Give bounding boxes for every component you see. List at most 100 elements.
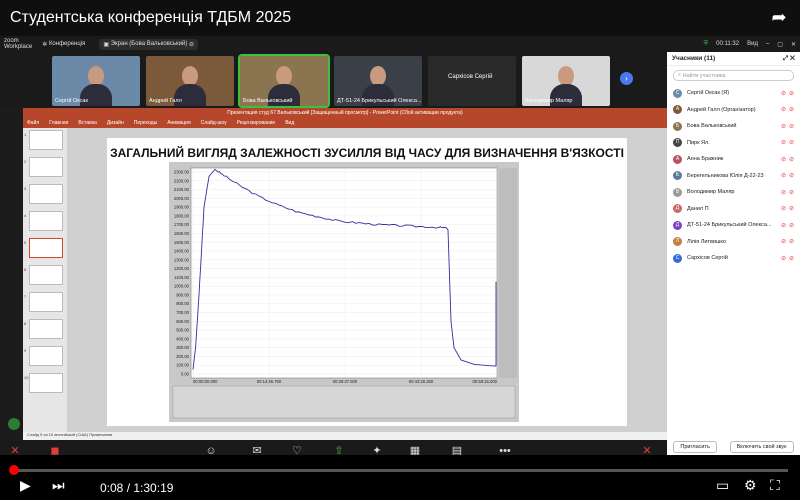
thumb-number: 7	[24, 294, 27, 299]
slide-thumbnail[interactable]	[29, 184, 63, 204]
unmute-self-button[interactable]: Включить свой звук	[729, 441, 794, 453]
slide-thumbnail[interactable]	[29, 319, 63, 339]
slide-thumbnail[interactable]	[29, 265, 63, 285]
participant-row[interactable]: Д ДТ-51-24 Брикульський Олекса... ⊘ ⊘	[667, 217, 800, 234]
ppt-tab[interactable]: Переходы	[134, 120, 157, 126]
participant-search[interactable]: ⌕ Найти участника	[673, 70, 794, 81]
y-tick-label: 1200.00	[174, 266, 190, 271]
y-tick-label: 2100.00	[174, 187, 190, 192]
video-tile[interactable]: Сергій Оксак	[52, 56, 140, 106]
slide-thumbnail[interactable]	[29, 130, 63, 150]
ppt-tab[interactable]: Анимация	[167, 120, 190, 126]
close-icon[interactable]: ✕	[791, 41, 796, 48]
ppt-tab[interactable]: Рецензирование	[237, 120, 276, 126]
mic-muted-icon: ⊘	[780, 90, 786, 97]
slide-thumbnail[interactable]	[29, 211, 63, 231]
thumb-number: 6	[24, 267, 27, 272]
y-tick-label: 1300.00	[174, 257, 190, 262]
y-tick-label: 1600.00	[174, 231, 190, 236]
video-tile[interactable]: Андрей Галл	[146, 56, 234, 106]
tile-name: Андрей Галл	[149, 98, 182, 104]
tile-name: Володимир Маляр	[525, 98, 573, 104]
video-tile[interactable]: Володимир Маляр	[522, 56, 610, 106]
view-button[interactable]: Вид	[747, 41, 758, 47]
participant-row[interactable]: А Андрей Галл (Організатор) ⊘ ⊘	[667, 102, 800, 119]
participant-name: Лілія Литвишко	[687, 238, 726, 245]
play-icon[interactable]: ▶	[20, 477, 31, 494]
fullscreen-icon[interactable]: ⛶	[770, 477, 780, 494]
participant-row[interactable]: Л Лілія Литвишко ⊘ ⊘	[667, 234, 800, 251]
ppt-tab[interactable]: Главная	[49, 120, 68, 126]
screen-share-pill[interactable]: ▣ Экран (Бова Вальковський) ⊖	[99, 38, 198, 50]
ppt-tab[interactable]: Слайд-шоу	[201, 120, 227, 126]
settings-icon[interactable]: ⚙	[744, 477, 757, 494]
avatar: Л	[673, 237, 682, 247]
avatar: Д	[673, 220, 682, 230]
popout-icon[interactable]: ⤢ ✕	[783, 55, 795, 63]
participant-row[interactable]: С Сархісов Сергій ⊘ ⊘	[667, 250, 800, 267]
zoom-logo: zoom Workplace	[4, 38, 33, 50]
minimize-icon[interactable]: –	[766, 41, 769, 47]
tile-name: ДТ-51-24 Брикульський Олекса...	[337, 98, 422, 104]
video-off-icon: ⊘	[788, 206, 794, 213]
progress-bar[interactable]	[12, 469, 788, 472]
participant-name: Андрей Галл (Організатор)	[687, 106, 756, 113]
ppt-tab[interactable]: Вставка	[78, 120, 97, 126]
participant-row[interactable]: В Володимир Маляр ⊘ ⊘	[667, 184, 800, 201]
invite-button[interactable]: Пригласить	[673, 441, 717, 453]
conference-menu[interactable]: ✲ Конференція	[42, 41, 85, 48]
y-tick-label: 600.00	[176, 319, 189, 324]
tile-name: Бова Вальковський	[243, 98, 293, 104]
video-tile[interactable]: ДТ-51-24 Брикульський Олекса...	[334, 56, 422, 106]
maximize-icon[interactable]: ▢	[777, 41, 783, 48]
thumb-number: 5	[24, 240, 27, 245]
x-tick-label: 00:00:00.000	[193, 379, 218, 384]
x-tick-label: 00:14:46.750	[257, 379, 282, 384]
mic-muted-icon: ⊘	[780, 255, 786, 262]
y-tick-label: 1100.00	[174, 275, 189, 280]
thumb-number: 10	[24, 375, 29, 380]
next-video-icon[interactable]: ⏭	[52, 477, 65, 494]
mic-muted-icon: ⊘	[780, 189, 786, 196]
slide-thumbnails: 1 2 3 4 5 6 7 8 9 10	[23, 128, 67, 432]
video-off-icon: ⊘	[788, 189, 794, 196]
video-tile[interactable]: Бова Вальковський	[238, 54, 330, 108]
tile-name: Сергій Оксак	[55, 98, 88, 104]
youtube-top-bar: Студентська конференція ТДБМ 2025 ➦	[0, 0, 800, 36]
subtitles-icon[interactable]: ▭	[716, 477, 729, 494]
share-icon[interactable]: ➦	[768, 7, 790, 29]
options-icon[interactable]: ⊖	[189, 41, 194, 48]
participant-row[interactable]: А Анна Бражник ⊘ ⊘	[667, 151, 800, 168]
slide-thumbnail[interactable]	[29, 373, 63, 393]
avatar: Б	[673, 171, 682, 181]
ppt-title-bar: Презентация студ 67 Вальковський [Защище…	[23, 108, 667, 118]
y-tick-label: 100.00	[176, 363, 189, 368]
participant-name: ДТ-51-24 Брикульський Олекса...	[687, 222, 772, 229]
participant-row[interactable]: П Пирк Ял. ⊘ ⊘	[667, 135, 800, 152]
slide-thumbnail[interactable]	[29, 238, 63, 258]
participant-row[interactable]: С Сергій Оксак (Я) ⊘ ⊘	[667, 85, 800, 102]
video-tile[interactable]: Сархісов Сергій	[428, 56, 516, 106]
video-strip: › Сергій Оксак Андрей Галл Бова Вальковськ…	[0, 52, 667, 108]
slide-thumbnail[interactable]	[29, 346, 63, 366]
mic-muted-icon: ⊘	[780, 173, 786, 180]
status-icon[interactable]	[8, 418, 20, 430]
zoom-window: zoom Workplace ✲ Конференція ▣ Экран (Бов…	[0, 36, 800, 491]
y-tick-label: 200.00	[176, 354, 189, 359]
participant-row[interactable]: Д Данил П ⊘ ⊘	[667, 201, 800, 218]
participant-name: Володимир Маляр	[687, 189, 735, 196]
participant-list: С Сергій Оксак (Я) ⊘ ⊘ А Андрей Галл (Організ…	[667, 85, 800, 267]
slide-thumbnail[interactable]	[29, 292, 63, 312]
ppt-tab[interactable]: Дизайн	[107, 120, 124, 126]
slide-thumbnail[interactable]	[29, 157, 63, 177]
participant-row[interactable]: Б Берегельникова Юлія Д-22-23 ⊘ ⊘	[667, 168, 800, 185]
progress-scrubber[interactable]	[9, 465, 19, 475]
avatar: С	[673, 88, 682, 98]
participant-row[interactable]: Б Бова Вальковський ⊘ ⊘	[667, 118, 800, 135]
video-off-icon: ⊘	[788, 255, 794, 262]
shield-icon[interactable]: ⛨	[704, 41, 709, 48]
next-page-icon[interactable]: ›	[620, 72, 633, 85]
ppt-tab[interactable]: Файл	[27, 120, 39, 126]
ppt-tab[interactable]: Вид	[285, 120, 294, 126]
x-tick-label: 00:59:15.000	[473, 379, 498, 384]
